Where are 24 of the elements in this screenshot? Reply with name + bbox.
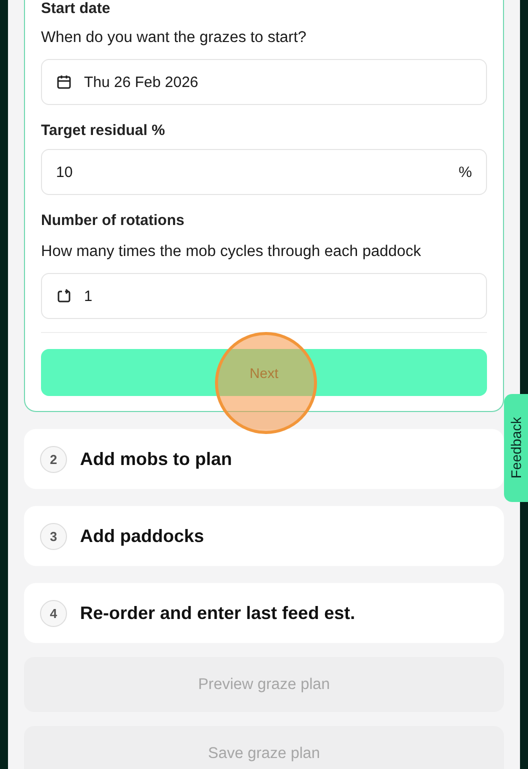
feedback-tab[interactable]: Feedback — [504, 394, 528, 502]
step-number: 4 — [40, 600, 67, 626]
field-label: Number of rotations — [41, 212, 186, 229]
field-description: How many times the mob cycles through each paddock — [41, 243, 422, 261]
field-value: 10 — [56, 164, 74, 180]
date-field[interactable]: Thu 26 Feb 2026 — [41, 59, 487, 105]
field-value: 1 — [84, 288, 94, 304]
step-card[interactable]: 3 Add paddocks — [24, 506, 504, 566]
step-title: Add paddocks — [80, 526, 204, 546]
step-card[interactable]: 2 Add mobs to plan — [24, 429, 504, 489]
step-title: Re-order and enter last feed est. — [80, 602, 356, 624]
field-description: When do you want the grazes to start? — [41, 29, 308, 47]
field-label: Start date — [41, 0, 112, 17]
step-number: 2 — [40, 446, 67, 472]
unit-suffix: % — [458, 164, 472, 180]
field-value: Thu 26 Feb 2026 — [84, 74, 200, 90]
calendar-icon — [56, 74, 72, 90]
step-number: 3 — [40, 522, 67, 550]
step-title: Add mobs to plan — [80, 448, 232, 470]
step-card[interactable]: 4 Re-order and enter last feed est. — [24, 583, 504, 643]
input-field[interactable]: 10 % — [41, 149, 487, 195]
input-field[interactable]: 1 — [41, 273, 487, 319]
field-label: Target residual % — [41, 122, 166, 139]
repeat-icon — [56, 288, 72, 304]
